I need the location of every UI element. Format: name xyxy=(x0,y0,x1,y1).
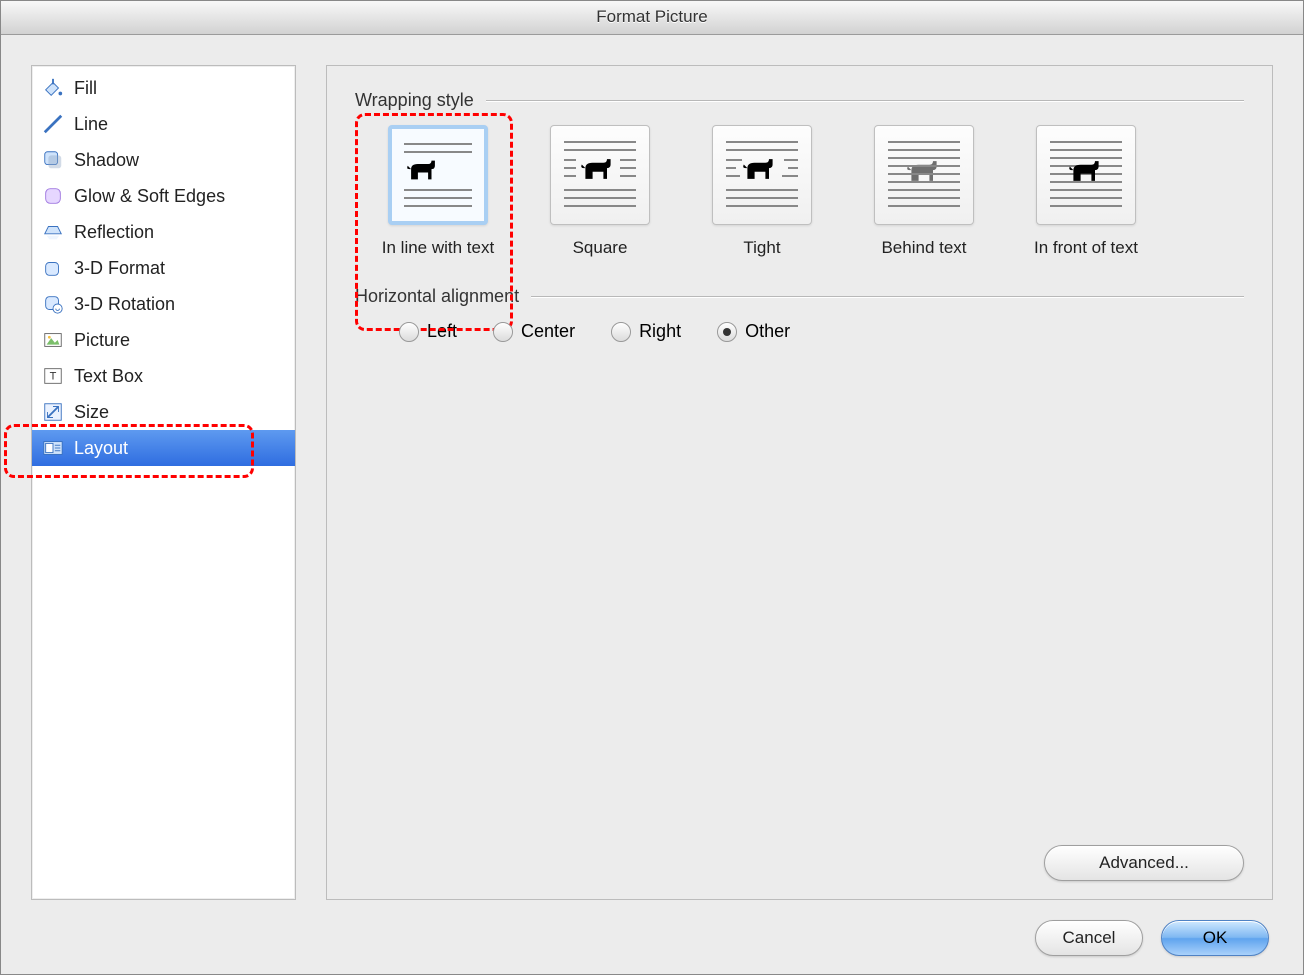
wrap-tile-square[interactable] xyxy=(550,125,650,225)
sidebar-item-picture[interactable]: Picture xyxy=(32,322,295,358)
wrap-option-in-front-of-text[interactable]: In front of text xyxy=(1021,125,1151,258)
line-icon xyxy=(40,111,66,137)
paint-bucket-icon xyxy=(40,75,66,101)
ok-button[interactable]: OK xyxy=(1161,920,1269,956)
sidebar-item-glow[interactable]: Glow & Soft Edges xyxy=(32,178,295,214)
wrapping-style-header: Wrapping style xyxy=(355,90,1244,111)
radio-label: Right xyxy=(639,321,681,342)
dialog-titlebar: Format Picture xyxy=(1,1,1303,35)
wrap-tile-tight[interactable] xyxy=(712,125,812,225)
radio-icon xyxy=(493,322,513,342)
category-sidebar: Fill Line Shadow xyxy=(31,65,296,900)
wrap-label: Behind text xyxy=(859,237,989,258)
alignment-options: Left Center Right Other xyxy=(355,321,1244,342)
radio-other[interactable]: Other xyxy=(717,321,790,342)
sidebar-item-label: Layout xyxy=(74,438,128,459)
wrap-option-inline-with-text[interactable]: In line with text xyxy=(373,125,503,258)
rotation-icon xyxy=(40,291,66,317)
wrap-label: Square xyxy=(535,237,665,258)
sidebar-item-reflection[interactable]: Reflection xyxy=(32,214,295,250)
sidebar-item-label: Fill xyxy=(74,78,97,99)
shadow-icon xyxy=(40,147,66,173)
picture-icon xyxy=(40,327,66,353)
radio-label: Left xyxy=(427,321,457,342)
layout-icon xyxy=(40,435,66,461)
format-picture-dialog: Format Picture Fill Line xyxy=(0,0,1304,975)
size-icon xyxy=(40,399,66,425)
sidebar-item-label: Shadow xyxy=(74,150,139,171)
radio-label: Center xyxy=(521,321,575,342)
header-rule xyxy=(486,100,1244,101)
wrap-tile-inline[interactable] xyxy=(388,125,488,225)
dialog-footer: Cancel OK xyxy=(31,900,1273,974)
ok-button-label: OK xyxy=(1203,928,1228,948)
cancel-button[interactable]: Cancel xyxy=(1035,920,1143,956)
sidebar-item-text-box[interactable]: T Text Box xyxy=(32,358,295,394)
sidebar-item-3d-rotation[interactable]: 3-D Rotation xyxy=(32,286,295,322)
dialog-title: Format Picture xyxy=(596,7,707,26)
wrapping-style-title: Wrapping style xyxy=(355,90,474,111)
wrap-label: In front of text xyxy=(1021,237,1151,258)
text-box-icon: T xyxy=(40,363,66,389)
wrap-label: In line with text xyxy=(373,237,503,258)
columns: Fill Line Shadow xyxy=(31,65,1273,900)
radio-icon xyxy=(611,322,631,342)
cube-icon xyxy=(40,255,66,281)
wrap-option-square[interactable]: Square xyxy=(535,125,665,258)
cancel-button-label: Cancel xyxy=(1063,928,1116,948)
sidebar-item-label: 3-D Rotation xyxy=(74,294,175,315)
radio-center[interactable]: Center xyxy=(493,321,575,342)
layout-panel: Wrapping style xyxy=(326,65,1273,900)
radio-icon xyxy=(399,322,419,342)
radio-label: Other xyxy=(745,321,790,342)
wrap-label: Tight xyxy=(697,237,827,258)
sidebar-item-label: Picture xyxy=(74,330,130,351)
horizontal-alignment-header: Horizontal alignment xyxy=(355,286,1244,307)
wrap-option-behind-text[interactable]: Behind text xyxy=(859,125,989,258)
header-rule xyxy=(531,296,1244,297)
sidebar-item-line[interactable]: Line xyxy=(32,106,295,142)
sidebar-item-fill[interactable]: Fill xyxy=(32,70,295,106)
advanced-button-label: Advanced... xyxy=(1099,853,1189,873)
sidebar-item-layout[interactable]: Layout xyxy=(32,430,295,466)
sidebar-item-label: Size xyxy=(74,402,109,423)
sidebar-item-label: Glow & Soft Edges xyxy=(74,186,225,207)
sidebar-item-3d-format[interactable]: 3-D Format xyxy=(32,250,295,286)
glow-icon xyxy=(40,183,66,209)
sidebar-item-label: Reflection xyxy=(74,222,154,243)
wrap-tile-front[interactable] xyxy=(1036,125,1136,225)
svg-text:T: T xyxy=(50,371,57,383)
dialog-body: Fill Line Shadow xyxy=(1,35,1303,974)
sidebar-item-size[interactable]: Size xyxy=(32,394,295,430)
radio-left[interactable]: Left xyxy=(399,321,457,342)
sidebar-item-shadow[interactable]: Shadow xyxy=(32,142,295,178)
radio-icon xyxy=(717,322,737,342)
wrap-option-tight[interactable]: Tight xyxy=(697,125,827,258)
wrapping-options: In line with text xyxy=(355,125,1244,258)
advanced-button[interactable]: Advanced... xyxy=(1044,845,1244,881)
sidebar-item-label: Text Box xyxy=(74,366,143,387)
horizontal-alignment-title: Horizontal alignment xyxy=(355,286,519,307)
reflection-icon xyxy=(40,219,66,245)
sidebar-item-label: 3-D Format xyxy=(74,258,165,279)
content-footer: Advanced... xyxy=(355,825,1244,881)
wrap-tile-behind[interactable] xyxy=(874,125,974,225)
sidebar-item-label: Line xyxy=(74,114,108,135)
radio-right[interactable]: Right xyxy=(611,321,681,342)
